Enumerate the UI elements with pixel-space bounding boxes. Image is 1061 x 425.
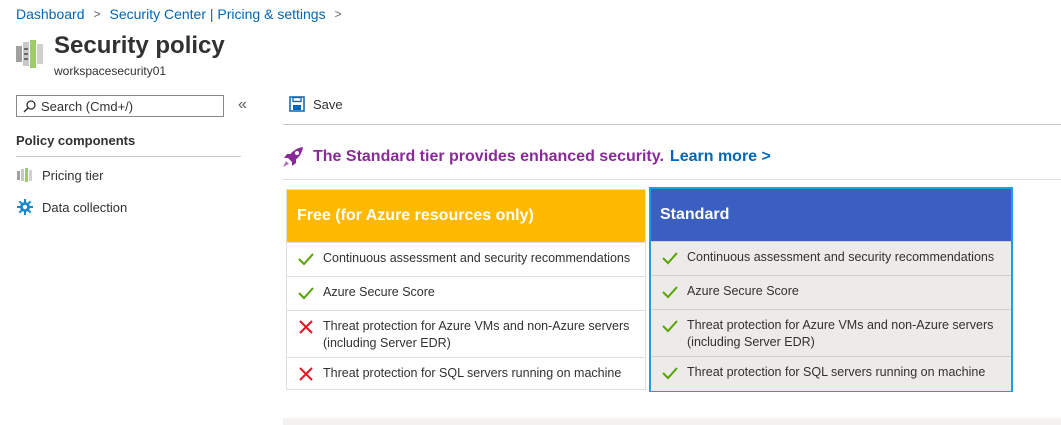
- breadcrumb-pricing-link[interactable]: Security Center | Pricing & settings: [110, 6, 326, 22]
- policy-components-heading: Policy components: [16, 133, 136, 148]
- breadcrumb-separator: >: [334, 7, 342, 21]
- checkmark-icon: [662, 367, 678, 380]
- feature-text: Continuous assessment and security recom…: [687, 250, 995, 264]
- breadcrumb-dashboard-link[interactable]: Dashboard: [16, 6, 85, 22]
- rocket-icon: [283, 147, 303, 167]
- cross-icon: [299, 367, 313, 381]
- feature-row: Threat protection for SQL servers runnin…: [651, 356, 1011, 391]
- sidebar-item-data-collection[interactable]: Data collection: [16, 196, 127, 218]
- toolbar-divider: [283, 124, 1061, 125]
- feature-row: Azure Secure Score: [651, 275, 1011, 309]
- page-title: Security policy: [54, 32, 225, 59]
- save-button[interactable]: Save: [289, 96, 343, 112]
- checkmark-icon: [662, 252, 678, 265]
- feature-text: Azure Secure Score: [687, 284, 799, 298]
- feature-row: Continuous assessment and security recom…: [287, 242, 645, 276]
- free-tier-title: Free (for Azure resources only): [287, 190, 645, 242]
- search-icon: [23, 99, 36, 112]
- sidebar-item-label: Data collection: [42, 199, 128, 215]
- cross-icon: [299, 320, 313, 334]
- breadcrumb: Dashboard > Security Center | Pricing & …: [16, 6, 351, 22]
- save-icon: [289, 96, 305, 112]
- save-label: Save: [313, 96, 343, 112]
- feature-row: Threat protection for Azure VMs and non-…: [651, 309, 1011, 356]
- feature-text: Azure Secure Score: [323, 285, 435, 299]
- feature-text: Threat protection for Azure VMs and non-…: [687, 318, 994, 349]
- feature-row: Threat protection for Azure VMs and non-…: [287, 310, 645, 357]
- banner-divider: [283, 179, 1061, 180]
- sidebar-item-pricing-tier[interactable]: Pricing tier: [16, 164, 103, 186]
- search-placeholder: Search (Cmd+/): [41, 98, 134, 114]
- feature-text: Threat protection for SQL servers runnin…: [687, 365, 986, 379]
- feature-row: Continuous assessment and security recom…: [651, 241, 1011, 275]
- search-input[interactable]: Search (Cmd+/): [16, 95, 224, 117]
- checkmark-icon: [298, 287, 314, 300]
- checkmark-icon: [662, 286, 678, 299]
- feature-text: Threat protection for Azure VMs and non-…: [323, 319, 630, 350]
- breadcrumb-separator: >: [93, 7, 101, 21]
- sidebar-divider: [16, 156, 241, 157]
- free-tier-card[interactable]: Free (for Azure resources only) Continuo…: [286, 189, 646, 390]
- feature-row: Threat protection for SQL servers runnin…: [287, 357, 645, 390]
- pricing-tier-icon: [16, 166, 34, 184]
- security-policy-icon: [16, 40, 44, 70]
- sidebar-item-label: Pricing tier: [42, 167, 104, 183]
- bottom-scroll-area: [283, 418, 1061, 425]
- page-subtitle: workspacesecurity01: [54, 64, 167, 78]
- gear-icon: [16, 198, 34, 216]
- banner-text: The Standard tier provides enhanced secu…: [313, 148, 664, 165]
- checkmark-icon: [662, 320, 678, 333]
- upgrade-banner: The Standard tier provides enhanced secu…: [281, 145, 771, 169]
- feature-text: Threat protection for SQL servers runnin…: [323, 366, 622, 380]
- standard-tier-card[interactable]: Standard Continuous assessment and secur…: [649, 187, 1013, 392]
- feature-text: Continuous assessment and security recom…: [323, 251, 631, 265]
- standard-tier-title: Standard: [651, 189, 1011, 241]
- checkmark-icon: [298, 253, 314, 266]
- collapse-sidebar-button[interactable]: «: [238, 96, 247, 114]
- learn-more-link[interactable]: Learn more >: [670, 148, 771, 166]
- feature-row: Azure Secure Score: [287, 276, 645, 310]
